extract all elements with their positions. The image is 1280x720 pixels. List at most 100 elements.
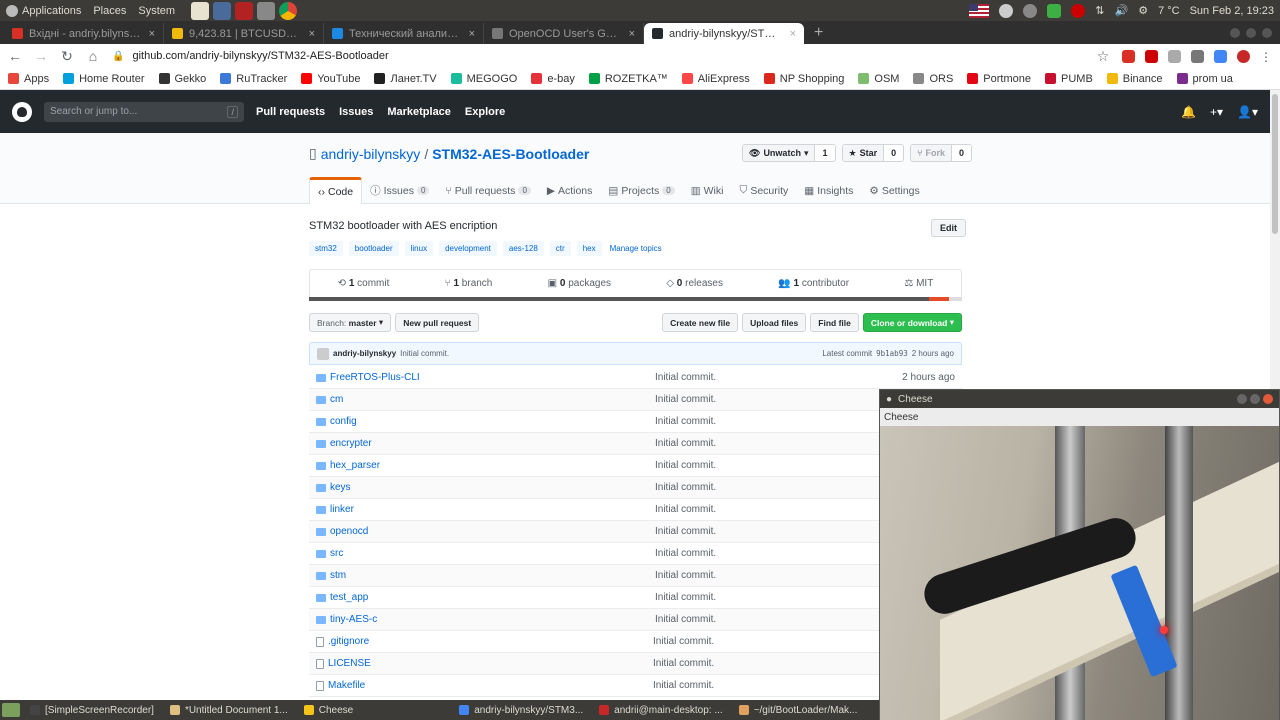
adblock-extension-icon[interactable]	[1145, 49, 1158, 63]
browser-tab[interactable]: Вхідні - andriy.bilynskyy@ ×	[4, 23, 164, 44]
summary-contributor[interactable]: 👥 1 contributor	[778, 278, 849, 289]
repo-owner-link[interactable]: andriy-bilynskyy	[321, 146, 421, 162]
summary-branch[interactable]: ⑂ 1 branch	[445, 278, 493, 289]
github-search-input[interactable]: Search or jump to... /	[44, 101, 244, 122]
cheese-menu[interactable]: Cheese	[884, 412, 918, 423]
file-name-link[interactable]: linker	[330, 504, 655, 515]
shield-extension-icon[interactable]	[1168, 49, 1181, 63]
back-icon[interactable]: ←	[8, 48, 22, 64]
tab-wiki[interactable]: ▥ Wiki	[683, 177, 732, 204]
file-name-link[interactable]: .gitignore	[328, 636, 653, 647]
notifications-bell-icon[interactable]: 🔔	[1181, 105, 1196, 119]
commit-sha[interactable]: 9b1ab93	[876, 349, 908, 358]
profile-avatar[interactable]	[1237, 49, 1250, 63]
close-icon[interactable]	[1262, 27, 1272, 38]
topic-tag[interactable]: bootloader	[348, 241, 399, 256]
minimize-icon[interactable]	[1237, 394, 1247, 404]
bookmark-item[interactable]: PUMB	[1045, 73, 1093, 85]
browser-tab[interactable]: 9,423.81 | BTCUSDT | Buy ×	[164, 23, 324, 44]
topic-tag[interactable]: aes-128	[502, 241, 544, 256]
file-name-link[interactable]: tiny-AES-c	[330, 614, 655, 625]
tab-issues[interactable]: ⓘ Issues 0	[362, 177, 437, 204]
nav-marketplace[interactable]: Marketplace	[387, 106, 451, 118]
tab-close-icon[interactable]: ×	[629, 28, 635, 40]
file-name-link[interactable]: src	[330, 548, 655, 559]
home-icon[interactable]: ⌂	[86, 48, 100, 64]
taskbar-window-button[interactable]: andriy-bilynskyy/STM3...	[453, 701, 589, 719]
taskbar-window-button[interactable]: Cheese	[298, 701, 359, 719]
clone-or-download-button[interactable]: Clone or download ▾	[862, 313, 962, 332]
weather-gear-icon[interactable]: ⚙	[1138, 4, 1148, 17]
files-launcher-icon[interactable]	[257, 1, 276, 20]
file-commit-message[interactable]: Initial commit.	[655, 526, 716, 537]
file-commit-message[interactable]: Initial commit.	[655, 570, 716, 581]
bookmark-item[interactable]: AliExpress	[681, 73, 750, 85]
system-menu[interactable]: System	[132, 5, 181, 17]
tab-pull-requests[interactable]: ⑂ Pull requests 0	[437, 177, 538, 204]
file-commit-message[interactable]: Initial commit.	[655, 482, 716, 493]
maximize-icon[interactable]	[1246, 27, 1256, 38]
find-file-button[interactable]: Find file	[810, 313, 859, 332]
bookmark-item[interactable]: YouTube	[301, 73, 360, 85]
file-name-link[interactable]: LICENSE	[328, 658, 653, 669]
clock[interactable]: Sun Feb 2, 19:23	[1190, 5, 1274, 17]
chrome-launcher-icon[interactable]	[279, 1, 298, 20]
stars-count[interactable]: 0	[883, 145, 904, 161]
summary-releases[interactable]: ◇ 0 releases	[666, 278, 723, 289]
bookmark-item[interactable]: Apps	[8, 73, 49, 85]
create-new-plus-icon[interactable]: +▾	[1210, 105, 1223, 119]
close-icon[interactable]	[1263, 394, 1273, 404]
author-avatar[interactable]	[317, 347, 329, 360]
file-commit-message[interactable]: Initial commit.	[653, 658, 714, 669]
bookmark-item[interactable]: e-bay	[531, 73, 575, 85]
file-name-link[interactable]: stm	[330, 570, 655, 581]
address-bar[interactable]: 🔒 github.com/andriy-bilynskyy/STM32-AES-…	[112, 46, 1084, 66]
taskbar-window-button[interactable]: ~/git/BootLoader/Mak...	[733, 701, 864, 719]
file-name-link[interactable]: test_app	[330, 592, 655, 603]
file-commit-message[interactable]: Initial commit.	[653, 680, 714, 691]
bookmark-item[interactable]: Home Router	[63, 73, 145, 85]
tray-cup-icon[interactable]	[999, 3, 1014, 18]
branch-select-button[interactable]: Branch: master ▾	[309, 313, 392, 332]
topic-tag[interactable]: ctr	[549, 241, 571, 256]
tab-settings[interactable]: ⚙ Settings	[861, 177, 927, 204]
file-name-link[interactable]: FreeRTOS-Plus-CLI	[330, 372, 655, 383]
tab-insights[interactable]: ▦ Insights	[796, 177, 861, 204]
maximize-icon[interactable]	[1250, 394, 1260, 404]
create-new-file-button[interactable]: Create new file	[662, 313, 739, 332]
bookmark-item[interactable]: OSM	[858, 73, 899, 85]
file-name-link[interactable]: keys	[330, 482, 655, 493]
tab-close-icon[interactable]: ×	[790, 28, 796, 40]
bookmark-item[interactable]: NP Shopping	[763, 73, 844, 85]
tab-projects[interactable]: ▤ Projects 0	[600, 177, 682, 204]
file-name-link[interactable]: cm	[330, 394, 655, 405]
forward-icon[interactable]: →	[34, 48, 48, 64]
nav-issues[interactable]: Issues	[339, 106, 373, 118]
bookmark-item[interactable]: RuTracker	[220, 73, 287, 85]
file-commit-message[interactable]: Initial commit.	[655, 438, 716, 449]
file-name-link[interactable]: config	[330, 416, 655, 427]
bookmark-item[interactable]: Ланет.TV	[374, 73, 437, 85]
manage-topics-link[interactable]: Manage topics	[610, 244, 662, 253]
bookmark-item[interactable]: ORS	[913, 73, 953, 85]
bookmark-item[interactable]: Gekko	[158, 73, 206, 85]
tab-code[interactable]: ‹› Code	[309, 177, 363, 204]
topic-tag[interactable]: stm32	[309, 241, 343, 256]
github-logo-icon[interactable]	[12, 101, 32, 122]
taskbar-window-button[interactable]: *Untitled Document 1...	[164, 701, 294, 719]
reload-icon[interactable]: ↻	[60, 48, 74, 65]
volume-icon[interactable]: 🔊	[1114, 4, 1128, 17]
places-menu[interactable]: Places	[87, 5, 132, 17]
file-commit-message[interactable]: Initial commit.	[655, 548, 716, 559]
file-name-link[interactable]: Makefile	[328, 680, 653, 691]
keyboard-layout-flag-icon[interactable]	[969, 3, 990, 18]
language-bar[interactable]	[309, 297, 962, 301]
translate-extension-icon[interactable]	[1214, 49, 1227, 63]
file-commit-message[interactable]: Initial commit.	[655, 416, 716, 427]
file-commit-message[interactable]: Initial commit.	[655, 394, 716, 405]
taskbar-window-button[interactable]: andrii@main-desktop: ...	[593, 701, 729, 719]
topic-tag[interactable]: development	[439, 241, 497, 256]
browser-tab[interactable]: andriy-bilynskyy/STM32-A ×	[644, 23, 804, 44]
watchers-count[interactable]: 1	[814, 145, 835, 161]
user-avatar-menu[interactable]: 👤▾	[1237, 105, 1258, 119]
